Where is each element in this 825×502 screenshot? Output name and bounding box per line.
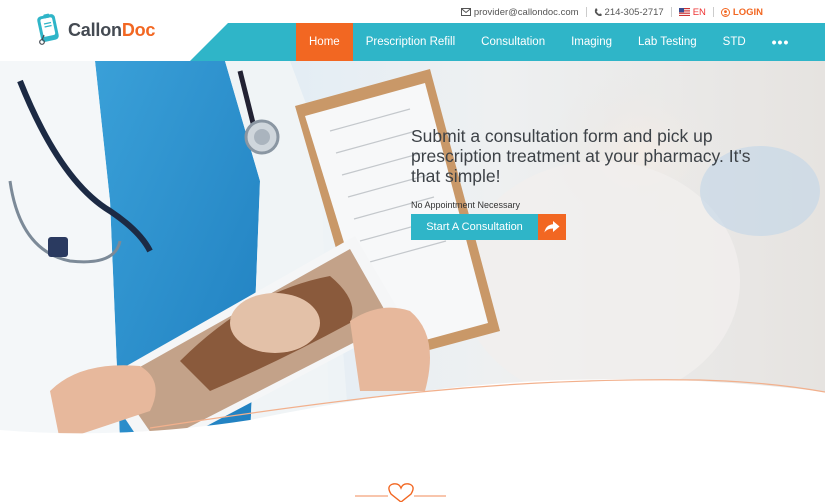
heart-icon — [355, 483, 446, 502]
